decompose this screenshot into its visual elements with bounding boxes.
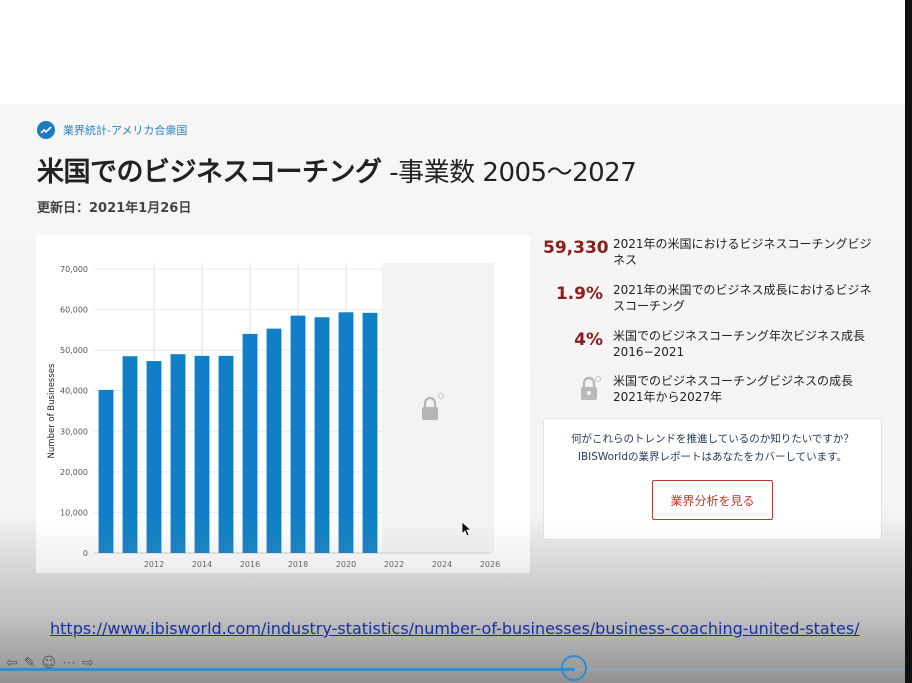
cta-question: 何がこれらのトレンドを推進しているのか知りたいですか？	[571, 433, 854, 445]
locked-forecast-region	[382, 263, 494, 553]
stat-desc: 米国でのビジネスコーチング年次ビジネス成長 2016−2021	[613, 329, 866, 359]
lock-icon[interactable]	[543, 373, 603, 403]
cta-subtext: IBISWorldの業界レポートはあなたをカバーしています。	[577, 451, 848, 463]
progress-fill	[0, 668, 575, 671]
trend-line-icon	[37, 121, 55, 139]
category-label[interactable]: 業界統計-アメリカ合衆国	[37, 121, 187, 139]
y-tick-label: 60,000	[60, 306, 88, 315]
stat-value: 1.9%	[555, 284, 603, 304]
y-tick-label: 30,000	[60, 427, 88, 436]
updated-date: 更新日：2021年1月26日	[37, 201, 192, 216]
window-edge	[905, 0, 912, 683]
stat-row-annual-growth: 4% 米国でのビジネスコーチング年次ビジネス成長 2016−2021	[543, 328, 883, 360]
forecast-lock-icon	[422, 407, 438, 420]
y-axis-label: Number of Businesses	[47, 363, 57, 458]
top-margin	[0, 0, 912, 104]
stat-desc: 米国でのビジネスコーチングビジネスの成長2021年から2027年	[613, 374, 854, 404]
y-tick-label: 20,000	[60, 468, 88, 477]
bar	[338, 312, 354, 553]
stat-desc: 2021年の米国でのビジネス成長におけるビジネスコーチング	[613, 283, 872, 313]
stat-row-businesses: 59,330 2021年の米国におけるビジネスコーチングビジネス	[543, 236, 883, 268]
source-url-link[interactable]: https://www.ibisworld.com/industry-stati…	[50, 619, 860, 638]
bar	[314, 317, 330, 553]
stat-row-growth-2021: 1.9% 2021年の米国でのビジネス成長におけるビジネスコーチング	[543, 282, 883, 314]
stat-desc: 2021年の米国におけるビジネスコーチングビジネス	[613, 237, 872, 267]
y-tick-label: 40,000	[60, 387, 88, 396]
bar	[290, 315, 306, 553]
stat-value: 4%	[574, 330, 603, 350]
y-tick-label: 70,000	[60, 265, 88, 274]
stat-row-locked: 米国でのビジネスコーチングビジネスの成長2021年から2027年	[543, 373, 883, 405]
bar	[362, 312, 378, 553]
title-main: 米国でのビジネスコーチング	[37, 157, 382, 188]
stat-value: 59,330	[543, 238, 609, 258]
view-industry-analysis-button[interactable]: 業界分析を見る	[652, 480, 773, 520]
mouse-cursor-icon	[461, 521, 473, 541]
progress-handle[interactable]	[561, 655, 587, 681]
video-overlay-gradient	[0, 520, 905, 683]
title-suffix: -事業数 2005〜2027	[381, 158, 637, 188]
y-tick-label: 10,000	[60, 508, 88, 517]
page-title: 米国でのビジネスコーチング -事業数 2005〜2027	[37, 150, 637, 189]
category-text: 業界統計-アメリカ合衆国	[63, 124, 188, 137]
y-tick-label: 50,000	[60, 346, 88, 355]
